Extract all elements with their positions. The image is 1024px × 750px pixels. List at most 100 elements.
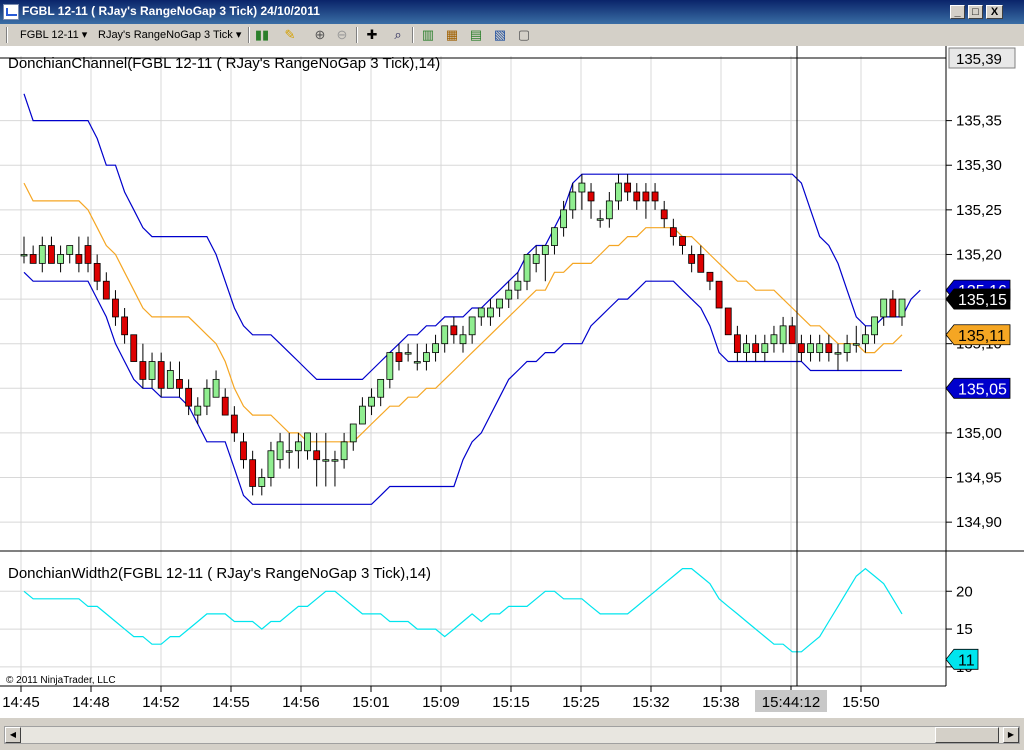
scroll-left-button[interactable]: ◀ [5, 727, 21, 743]
time-tick-label: 15:09 [422, 694, 460, 711]
chart-background [0, 46, 1024, 718]
time-tick-label: 14:48 [72, 694, 110, 711]
horizontal-scrollbar[interactable]: ◀ ▶ [4, 726, 1020, 744]
strategy-icon[interactable]: ▥ [420, 27, 436, 43]
candle-down [395, 352, 403, 362]
maximize-button[interactable]: □ [968, 5, 983, 19]
candle-down [221, 396, 229, 416]
candle-up [304, 432, 311, 452]
magnifier-icon[interactable]: ⌕ [390, 27, 406, 43]
candle-up [898, 298, 906, 318]
candle-down [450, 325, 458, 336]
candle-down [29, 254, 37, 264]
chart-toolbar: FGBL 12-11 ▾ RJay's RangeNoGap 3 Tick ▾ … [0, 24, 1024, 47]
candle-down [130, 334, 138, 362]
candle-up [852, 343, 860, 346]
chart-trader-icon[interactable]: ▤ [468, 27, 484, 43]
candle-down [697, 254, 705, 273]
candle-up [880, 298, 888, 318]
minimize-button[interactable]: _ [950, 5, 965, 19]
scroll-thumb[interactable] [935, 727, 999, 743]
candle-down [102, 280, 110, 300]
candle-up [423, 352, 430, 362]
candle-up [843, 343, 851, 354]
crosshair-icon[interactable]: ✚ [364, 27, 380, 43]
template-icon[interactable]: ▧ [492, 27, 508, 43]
toolbar-separator [6, 27, 8, 43]
window-titlebar: FGBL 12-11 ( RJay's RangeNoGap 3 Tick) 2… [0, 0, 1024, 24]
candle-up [779, 325, 787, 345]
zoom-out-icon[interactable]: ⊖ [334, 27, 350, 43]
candle-down [733, 334, 741, 354]
candle-up [212, 378, 220, 398]
candle-up [505, 289, 513, 300]
candle-up [285, 450, 293, 453]
candle-up [267, 450, 275, 478]
width-tick-label: 20 [956, 583, 973, 600]
candle-up [349, 423, 357, 443]
candle-up [871, 316, 878, 336]
candle-up [413, 361, 421, 364]
candle-up [514, 280, 522, 291]
price-label-text: 135,05 [958, 381, 1007, 398]
time-tick-label: 15:32 [632, 694, 670, 711]
width-tick-label: 15 [956, 621, 973, 638]
toolbar-separator [412, 27, 414, 43]
period-label: RJay's RangeNoGap 3 Tick [98, 29, 233, 41]
candle-up [523, 254, 531, 282]
candle-down [176, 378, 183, 389]
candle-up [770, 334, 778, 345]
candle-down [660, 209, 668, 220]
panel2-title: DonchianWidth2(FGBL 12-11 ( RJay's Range… [8, 565, 431, 582]
window-title: FGBL 12-11 ( RJay's RangeNoGap 3 Tick) 2… [22, 4, 320, 18]
time-tick-label: 14:52 [142, 694, 180, 711]
candle-down [587, 191, 595, 202]
candle-down [230, 414, 238, 434]
time-tick-label: 15:50 [842, 694, 880, 711]
bottom-bar: ◀ ▶ [0, 718, 1024, 750]
candle-up [496, 298, 503, 309]
candle-down [679, 236, 686, 246]
chart-area[interactable]: DonchianChannel(FGBL 12-11 ( RJay's Rang… [0, 46, 1024, 718]
bar-style-icon[interactable]: ▮▮ [254, 27, 270, 43]
draw-pencil-icon[interactable]: ✎ [282, 27, 298, 43]
candle-down [624, 182, 632, 193]
instrument-selector[interactable]: FGBL 12-11 ▾ [20, 28, 87, 41]
properties-icon[interactable]: ▢ [516, 27, 532, 43]
price-tick-label: 134,90 [956, 514, 1002, 531]
candle-down [889, 298, 897, 318]
candle-down [84, 245, 92, 264]
candle-down [48, 245, 55, 264]
candle-up [57, 254, 64, 264]
candle-up [468, 316, 476, 336]
chart-svg[interactable]: DonchianChannel(FGBL 12-11 ( RJay's Rang… [0, 46, 1024, 718]
candle-up [605, 200, 613, 220]
candle-down [75, 254, 83, 264]
time-tick-label: 15:44:12 [762, 694, 820, 711]
period-selector[interactable]: RJay's RangeNoGap 3 Tick ▾ [98, 28, 241, 41]
candle-up [368, 396, 375, 407]
candle-up [578, 182, 586, 193]
candle-up [743, 343, 750, 354]
candle-up [258, 477, 266, 487]
time-tick-label: 15:25 [562, 694, 600, 711]
candle-up [459, 334, 467, 345]
candle-down [788, 325, 796, 345]
price-tick-label: 135,20 [956, 246, 1002, 263]
price-label-text: 135,11 [958, 328, 1006, 345]
candle-up [560, 209, 568, 229]
zoom-in-icon[interactable]: ⊕ [312, 27, 328, 43]
candle-down [249, 459, 257, 487]
indicators-icon[interactable]: ▦ [444, 27, 460, 43]
price-label-text: 11 [958, 652, 975, 669]
scroll-right-button[interactable]: ▶ [1003, 727, 1019, 743]
candle-up [166, 370, 174, 389]
candle-down [121, 316, 129, 336]
chart-app-icon [3, 4, 19, 20]
close-button[interactable]: X [986, 5, 1003, 19]
time-tick-label: 14:55 [212, 694, 250, 711]
candle-up [276, 441, 284, 461]
candle-down [706, 271, 714, 282]
candle-up [541, 245, 549, 255]
candle-up [441, 325, 449, 345]
